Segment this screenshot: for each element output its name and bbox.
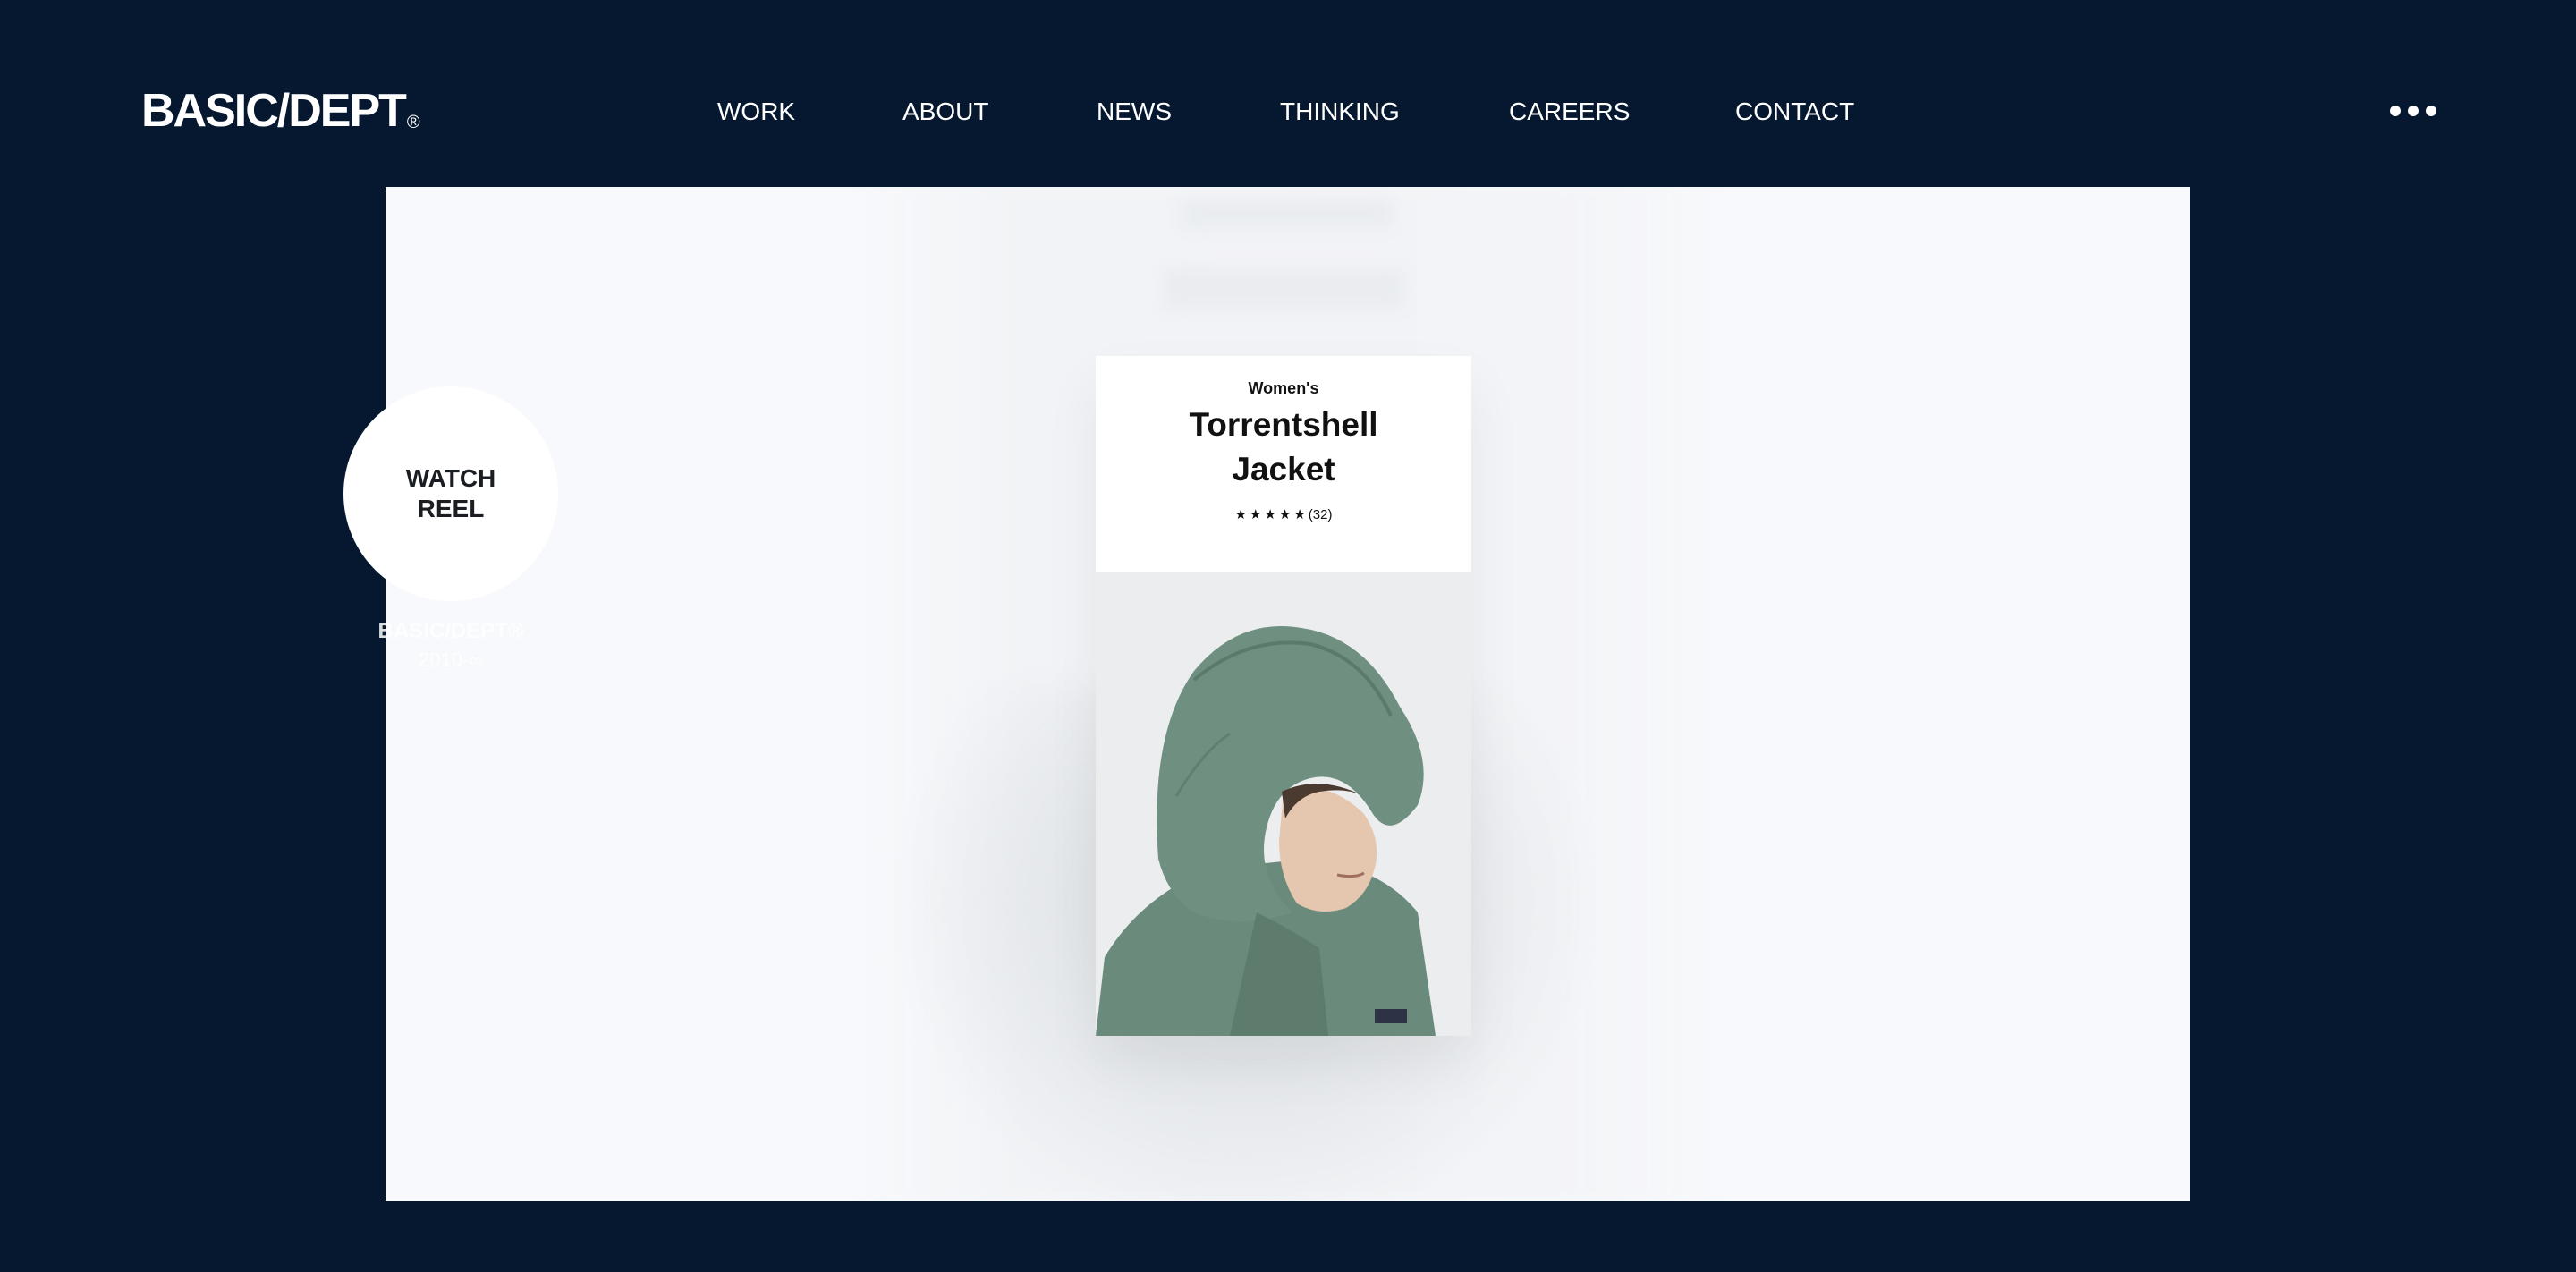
watch-reel-button[interactable]: WATCH REEL (343, 386, 558, 601)
blurred-background-bar (1182, 199, 1393, 228)
reel-caption: BASIC/DEPT® 2010-∞ (343, 617, 558, 674)
more-dot-icon (2408, 106, 2419, 116)
nav-work[interactable]: WORK (717, 97, 795, 127)
more-menu-button[interactable] (2390, 102, 2436, 120)
watch-reel-label-line: WATCH (405, 464, 496, 492)
nav-news[interactable]: NEWS (1097, 97, 1172, 127)
review-count: (32) (1308, 507, 1333, 522)
reel-caption-brand: BASIC/DEPT® (377, 619, 524, 643)
hero-media: Women's Torrentshell Jacket ★★★★★(32) (386, 187, 2190, 1201)
product-photo (1096, 572, 1471, 1036)
product-rating: ★★★★★(32) (1096, 506, 1471, 522)
watch-reel-label-line: REEL (417, 495, 485, 522)
product-title: Torrentshell Jacket (1096, 403, 1471, 492)
nav-careers[interactable]: CAREERS (1509, 97, 1630, 127)
product-card: Women's Torrentshell Jacket ★★★★★(32) (1096, 356, 1471, 1036)
product-category: Women's (1248, 379, 1319, 397)
star-rating-icon: ★★★★★ (1234, 507, 1309, 522)
model-in-hooded-jacket-image (1096, 572, 1471, 1036)
nav-about[interactable]: ABOUT (902, 97, 988, 127)
nav-contact[interactable]: CONTACT (1735, 97, 1854, 127)
more-dot-icon (2390, 106, 2401, 116)
watch-reel-label: WATCH REEL (384, 463, 518, 524)
page: BASIC/DEPT ® WORK ABOUT NEWS THINKING CAR… (0, 0, 2576, 1272)
more-dot-icon (2426, 106, 2436, 116)
reel-caption-years: 2010-∞ (419, 649, 483, 671)
main-nav: WORK ABOUT NEWS THINKING CAREERS CONTACT (0, 97, 2576, 127)
product-title-line: Jacket (1232, 451, 1335, 488)
blurred-background-bar (1164, 269, 1405, 309)
nav-thinking[interactable]: THINKING (1280, 97, 1400, 127)
product-title-line: Torrentshell (1189, 406, 1378, 443)
